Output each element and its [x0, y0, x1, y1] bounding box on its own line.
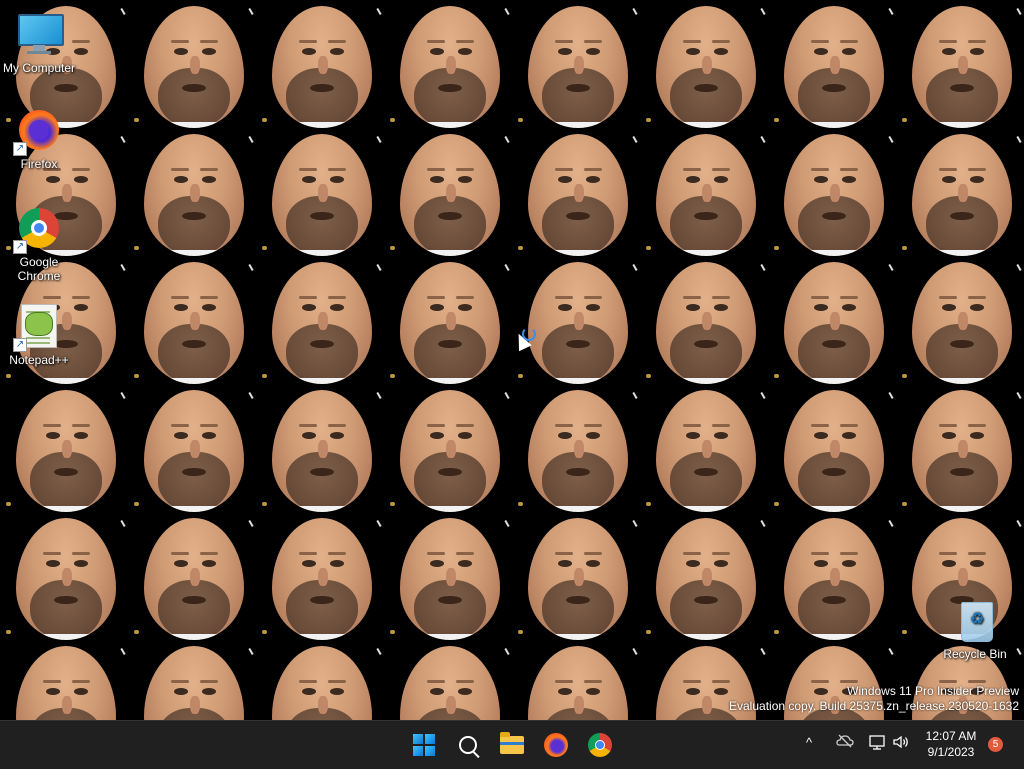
recycle-bin-icon: ♻	[951, 596, 999, 644]
wallpaper-tile	[512, 512, 640, 640]
wallpaper-tile	[768, 0, 896, 128]
wallpaper-tile	[768, 128, 896, 256]
wallpaper-tile	[768, 384, 896, 512]
desktop-icon-label: My Computer	[2, 61, 76, 75]
chrome-icon	[588, 733, 612, 757]
wallpaper-tile	[256, 128, 384, 256]
wallpaper-tile	[256, 0, 384, 128]
desktop-wallpaper[interactable]	[0, 0, 1024, 720]
wallpaper-tile	[0, 512, 128, 640]
wallpaper-tile	[896, 128, 1024, 256]
wallpaper-tile	[384, 512, 512, 640]
desktop-icon-my-computer[interactable]: My Computer	[0, 10, 78, 75]
wallpaper-tile	[384, 256, 512, 384]
desktop-icon-label: Firefox	[20, 157, 58, 171]
wallpaper-tile	[384, 640, 512, 720]
volume-icon[interactable]	[892, 734, 910, 753]
desktop-icon-google-chrome[interactable]: ↗ Google Chrome	[0, 204, 78, 283]
notification-badge[interactable]: 5	[988, 737, 1003, 752]
wallpaper-tile	[256, 256, 384, 384]
shortcut-arrow-icon: ↗	[13, 338, 27, 352]
wallpaper-tile	[768, 256, 896, 384]
wallpaper-tile	[640, 512, 768, 640]
start-button[interactable]	[406, 727, 442, 763]
firefox-icon	[544, 733, 568, 757]
clock-time: 12:07 AM	[925, 729, 977, 743]
desktop-icon-recycle-bin[interactable]: ♻ Recycle Bin	[936, 596, 1014, 661]
wallpaper-tile	[0, 384, 128, 512]
shortcut-arrow-icon: ↗	[13, 240, 27, 254]
wallpaper-tile	[128, 640, 256, 720]
clock-date: 9/1/2023	[927, 745, 975, 759]
chrome-icon: ↗	[13, 204, 63, 254]
wallpaper-tile	[640, 256, 768, 384]
wallpaper-tile	[128, 512, 256, 640]
computer-icon	[15, 10, 64, 58]
evaluation-watermark: Windows 11 Pro Insider Preview Evaluatio…	[729, 684, 1019, 714]
wallpaper-tile	[896, 256, 1024, 384]
notepad-plus-plus-icon: ↗	[13, 302, 63, 352]
firefox-icon: ↗	[13, 106, 63, 156]
desktop-icon-label: Recycle Bin	[943, 647, 1007, 661]
desktop-icon-label: Google Chrome	[17, 255, 61, 283]
wallpaper-tile	[640, 128, 768, 256]
watermark-build: Evaluation copy. Build 25375.zn_release.…	[729, 699, 1019, 713]
wallpaper-tile	[128, 0, 256, 128]
wallpaper-tile	[256, 640, 384, 720]
search-icon	[459, 736, 477, 754]
wallpaper-tile	[128, 256, 256, 384]
taskbar-clock[interactable]: 12:07 AM 9/1/2023	[918, 728, 984, 760]
file-explorer-button[interactable]	[494, 727, 530, 763]
wallpaper-tile	[384, 0, 512, 128]
busy-spinner-icon	[522, 327, 536, 341]
wallpaper-tile	[0, 640, 128, 720]
chrome-taskbar-button[interactable]	[582, 727, 618, 763]
shortcut-arrow-icon: ↗	[13, 142, 27, 156]
firefox-taskbar-button[interactable]	[538, 727, 574, 763]
wallpaper-tile	[384, 384, 512, 512]
wallpaper-tile	[896, 0, 1024, 128]
watermark-edition: Windows 11 Pro Insider Preview	[847, 684, 1019, 698]
wallpaper-tile	[512, 640, 640, 720]
wallpaper-tile	[768, 512, 896, 640]
wallpaper-tile	[256, 384, 384, 512]
wallpaper-tile	[640, 384, 768, 512]
windows-start-icon	[413, 734, 435, 756]
search-button[interactable]	[450, 727, 486, 763]
network-icon[interactable]	[868, 734, 886, 753]
folder-icon	[500, 732, 524, 754]
wallpaper-tile	[128, 128, 256, 256]
wallpaper-tile	[256, 512, 384, 640]
desktop-icon-notepad-plus-plus[interactable]: ↗ Notepad++	[0, 302, 78, 367]
desktop-icon-firefox[interactable]: ↗ Firefox	[0, 106, 78, 171]
wallpaper-tile	[512, 256, 640, 384]
wallpaper-tile	[512, 0, 640, 128]
wallpaper-tile	[512, 384, 640, 512]
chevron-up-icon: ^	[806, 735, 813, 750]
wallpaper-tile	[896, 384, 1024, 512]
wallpaper-tile	[640, 0, 768, 128]
wallpaper-tile	[512, 128, 640, 256]
wallpaper-tile	[128, 384, 256, 512]
taskbar: ^ 12:07 AM 9/1/2023 5	[0, 720, 1024, 769]
tray-overflow-button[interactable]: ^	[806, 735, 812, 750]
onedrive-offline-icon[interactable]	[836, 733, 854, 752]
desktop-icon-label: Notepad++	[9, 353, 69, 367]
wallpaper-tile	[384, 128, 512, 256]
